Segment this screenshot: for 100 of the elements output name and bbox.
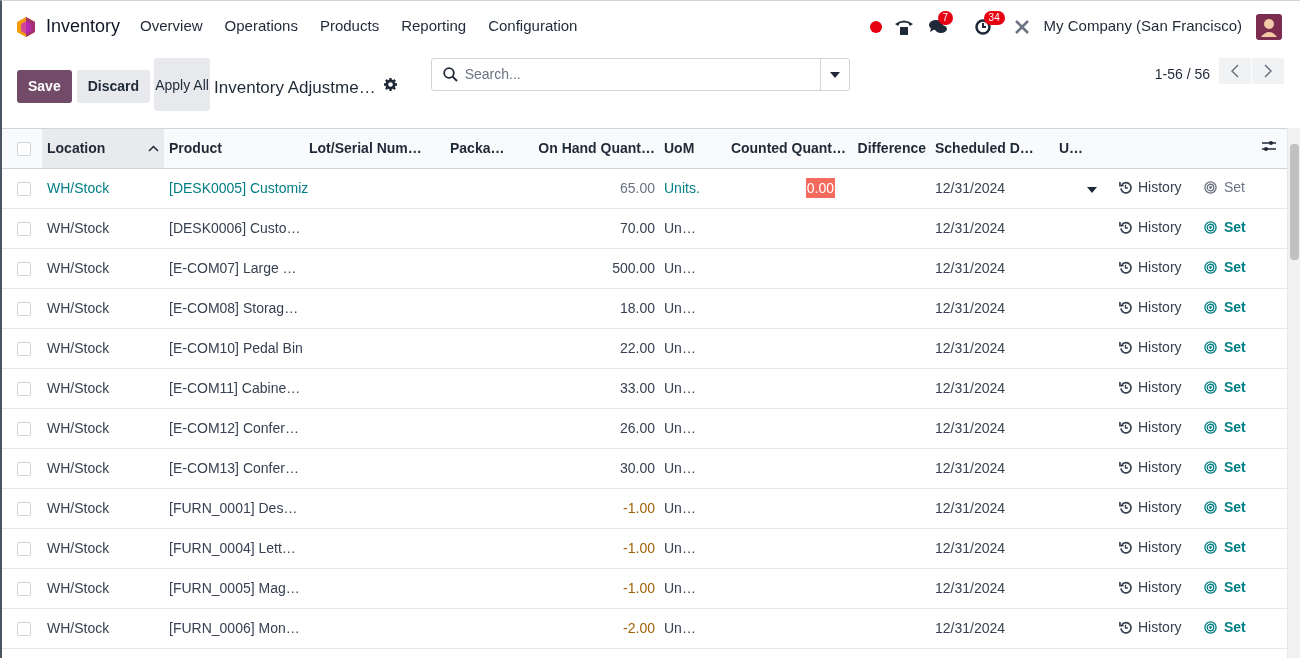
- history-button[interactable]: History: [1119, 577, 1182, 598]
- menu-item[interactable]: Reporting: [401, 15, 467, 38]
- history-button[interactable]: History: [1119, 217, 1182, 238]
- search-icon: [442, 67, 458, 82]
- set-button[interactable]: Set: [1204, 337, 1246, 358]
- column-header[interactable]: Location: [42, 128, 164, 169]
- history-button[interactable]: History: [1119, 177, 1182, 198]
- user-avatar[interactable]: [1256, 13, 1282, 40]
- company-switcher[interactable]: My Company (San Francisco): [1043, 15, 1242, 38]
- history-icon: [1119, 261, 1132, 274]
- caret-icon: [829, 71, 840, 78]
- table-cell: 26.00: [619, 420, 655, 436]
- menu-item[interactable]: Operations: [224, 15, 298, 38]
- row-checkbox[interactable]: [17, 382, 31, 397]
- table-cell: -1.00: [623, 580, 655, 596]
- column-header[interactable]: Scheduled D…: [930, 128, 1054, 169]
- search-field[interactable]: Search...: [464, 64, 820, 85]
- table-cell: -1.00: [623, 500, 655, 516]
- table-cell: [DESK0006] Custo…: [169, 220, 301, 236]
- product-field[interactable]: [DESK0005] Customiz: [169, 180, 309, 196]
- next-page-button[interactable]: [1252, 58, 1284, 84]
- set-button[interactable]: Set: [1204, 377, 1246, 398]
- table-cell: 22.00: [619, 340, 655, 356]
- apply-all-button[interactable]: Apply All: [154, 58, 211, 111]
- location-field[interactable]: WH/Stock: [47, 180, 110, 196]
- column-header[interactable]: U…: [1054, 128, 1107, 169]
- table-cell: WH/Stock: [47, 580, 110, 596]
- previous-page-button[interactable]: [1219, 58, 1251, 84]
- target-icon: [1204, 301, 1217, 314]
- table-cell: [FURN_0005] Mag…: [169, 580, 300, 596]
- table-cell: -1.00: [623, 540, 655, 556]
- set-button[interactable]: Set: [1204, 217, 1246, 238]
- row-checkbox[interactable]: [17, 422, 31, 437]
- table-cell: 12/31/2024: [935, 580, 1006, 596]
- table-cell: WH/Stock: [47, 460, 110, 476]
- column-header[interactable]: On Hand Quant…: [517, 128, 659, 169]
- pager-value: 1-56 / 56: [1154, 65, 1210, 84]
- table-cell: Un…: [664, 580, 696, 596]
- table-cell: WH/Stock: [47, 540, 110, 556]
- set-button[interactable]: Set: [1204, 257, 1246, 278]
- column-header[interactable]: UoM: [659, 128, 713, 169]
- history-button[interactable]: History: [1119, 297, 1182, 318]
- table-cell: Un…: [664, 340, 696, 356]
- row-checkbox[interactable]: [17, 222, 31, 237]
- row-checkbox[interactable]: [17, 582, 31, 597]
- row-checkbox[interactable]: [17, 142, 31, 157]
- target-icon: [1204, 541, 1217, 554]
- row-checkbox[interactable]: [17, 622, 31, 637]
- history-icon: [1119, 581, 1132, 594]
- table-cell: 33.00: [619, 380, 655, 396]
- table-cell: [FURN_0004] Lett…: [169, 540, 296, 556]
- set-button[interactable]: Set: [1204, 177, 1245, 198]
- uom-field[interactable]: Units.: [664, 180, 700, 196]
- history-button[interactable]: History: [1119, 537, 1182, 558]
- column-header[interactable]: Product: [164, 128, 304, 169]
- sort-ascending-icon: [148, 145, 159, 152]
- set-button[interactable]: Set: [1204, 417, 1246, 438]
- column-header[interactable]: Counted Quant…: [713, 128, 850, 169]
- history-icon: [1119, 381, 1132, 394]
- history-button[interactable]: History: [1119, 377, 1182, 398]
- row-checkbox[interactable]: [17, 262, 31, 277]
- page-title: Inventory Adjustme…: [214, 77, 376, 99]
- set-button[interactable]: Set: [1204, 577, 1246, 598]
- history-button[interactable]: History: [1119, 417, 1182, 438]
- history-button[interactable]: History: [1119, 497, 1182, 518]
- menu-item[interactable]: Products: [319, 15, 380, 38]
- set-button[interactable]: Set: [1204, 457, 1246, 478]
- menu-item[interactable]: Configuration: [488, 15, 578, 38]
- scrollbar-thumb[interactable]: [1289, 144, 1299, 260]
- discard-button[interactable]: Discard: [76, 70, 151, 103]
- column-header[interactable]: Difference: [850, 128, 930, 169]
- history-button[interactable]: History: [1119, 457, 1182, 478]
- table-cell: 12/31/2024: [935, 180, 1006, 196]
- set-button[interactable]: Set: [1204, 497, 1246, 518]
- caret-icon[interactable]: [1087, 187, 1097, 193]
- history-button[interactable]: History: [1119, 257, 1182, 278]
- set-button[interactable]: Set: [1204, 297, 1246, 318]
- save-button[interactable]: Save: [17, 70, 72, 103]
- history-button[interactable]: History: [1119, 617, 1182, 638]
- app-name[interactable]: Inventory: [46, 13, 121, 40]
- row-checkbox[interactable]: [17, 302, 31, 317]
- gear-icon[interactable]: [383, 78, 397, 91]
- chevron-left-icon: [1231, 64, 1239, 78]
- menu-item[interactable]: Overview: [140, 15, 203, 38]
- optional-columns-icon[interactable]: [1261, 139, 1277, 153]
- column-header[interactable]: Packa…: [445, 128, 517, 169]
- history-icon: [1119, 541, 1132, 554]
- row-checkbox[interactable]: [17, 342, 31, 357]
- row-checkbox[interactable]: [17, 462, 31, 477]
- row-checkbox[interactable]: [17, 542, 31, 557]
- set-button[interactable]: Set: [1204, 617, 1246, 638]
- set-button[interactable]: Set: [1204, 537, 1246, 558]
- search-bar[interactable]: Search...: [430, 58, 850, 91]
- row-checkbox[interactable]: [17, 182, 31, 197]
- column-header[interactable]: Lot/Serial Num…: [304, 128, 445, 169]
- chevron-right-icon: [1264, 64, 1272, 78]
- table-cell: 12/31/2024: [935, 500, 1006, 516]
- history-button[interactable]: History: [1119, 337, 1182, 358]
- history-icon: [1119, 461, 1132, 474]
- row-checkbox[interactable]: [17, 502, 31, 517]
